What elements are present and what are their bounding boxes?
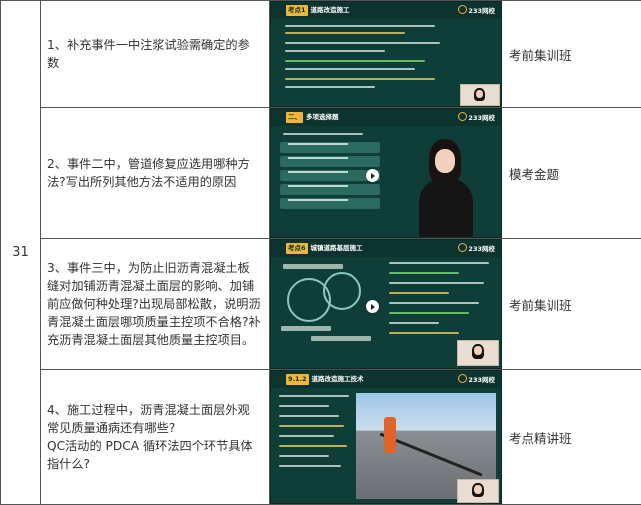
question-text: 3、事件三中，为防止旧沥青混凝土板缝对加铺沥青混凝土面层的影响、加铺前应做何种处… <box>41 239 270 370</box>
question-table: 31 1、补充事件一中注浆试验需确定的参数 考点1道路改造施工 233网校 <box>0 0 641 505</box>
table-row: 31 1、补充事件一中注浆试验需确定的参数 考点1道路改造施工 233网校 <box>1 1 641 108</box>
slide-tag: 9.1.2道路改造施工技术 <box>283 374 367 385</box>
video-thumbnail[interactable]: 二、多项选择题 233网校 <box>270 108 502 238</box>
video-thumbnail[interactable]: 考点6城镇道路基层施工 233网校 <box>270 239 502 369</box>
brand-logo: 233网校 <box>458 374 495 384</box>
slide-tag: 考点1道路改造施工 <box>283 5 353 16</box>
video-thumbnail[interactable]: 9.1.2道路改造施工技术 233网校 <box>270 370 502 504</box>
course-name: 考点精讲班 <box>502 370 641 505</box>
row-number: 31 <box>1 1 41 505</box>
video-thumbnail[interactable]: 考点1道路改造施工 233网校 <box>270 1 502 107</box>
brand-icon <box>458 374 467 383</box>
brand-icon <box>458 5 467 14</box>
play-icon[interactable] <box>366 169 379 182</box>
table-row: 3、事件三中，为防止旧沥青混凝土板缝对加铺沥青混凝土面层的影响、加铺前应做何种处… <box>1 239 641 370</box>
brand-logo: 233网校 <box>458 243 495 253</box>
presenter-pip <box>460 84 500 106</box>
question-text: 1、补充事件一中注浆试验需确定的参数 <box>41 1 270 108</box>
course-name: 考前集训班 <box>502 1 641 108</box>
course-name: 模考金题 <box>502 108 641 239</box>
question-text: 2、事件二中，管道修复应选用哪种方法?写出所列其他方法不适用的原因 <box>41 108 270 239</box>
play-icon[interactable] <box>366 300 379 313</box>
slide-tag: 考点6城镇道路基层施工 <box>283 243 366 254</box>
presenter-image <box>411 139 481 237</box>
presenter-pip <box>457 340 499 366</box>
table-row: 4、施工过程中，沥青混凝土面层外观常见质量通病还有哪些? QC活动的 PDCA … <box>1 370 641 505</box>
presenter-pip <box>457 479 499 503</box>
video-thumbnail-cell: 9.1.2道路改造施工技术 233网校 <box>270 370 502 505</box>
brand-logo: 233网校 <box>458 5 495 15</box>
course-name: 考前集训班 <box>502 239 641 370</box>
brand-logo: 233网校 <box>458 112 495 122</box>
table-row: 2、事件二中，管道修复应选用哪种方法?写出所列其他方法不适用的原因 二、多项选择… <box>1 108 641 239</box>
slide-tag: 二、多项选择题 <box>283 112 342 123</box>
video-thumbnail-cell: 考点6城镇道路基层施工 233网校 <box>270 239 502 370</box>
question-text: 4、施工过程中，沥青混凝土面层外观常见质量通病还有哪些? QC活动的 PDCA … <box>41 370 270 505</box>
video-thumbnail-cell: 考点1道路改造施工 233网校 <box>270 1 502 108</box>
video-thumbnail-cell: 二、多项选择题 233网校 <box>270 108 502 239</box>
brand-icon <box>458 243 467 252</box>
brand-icon <box>458 112 467 121</box>
